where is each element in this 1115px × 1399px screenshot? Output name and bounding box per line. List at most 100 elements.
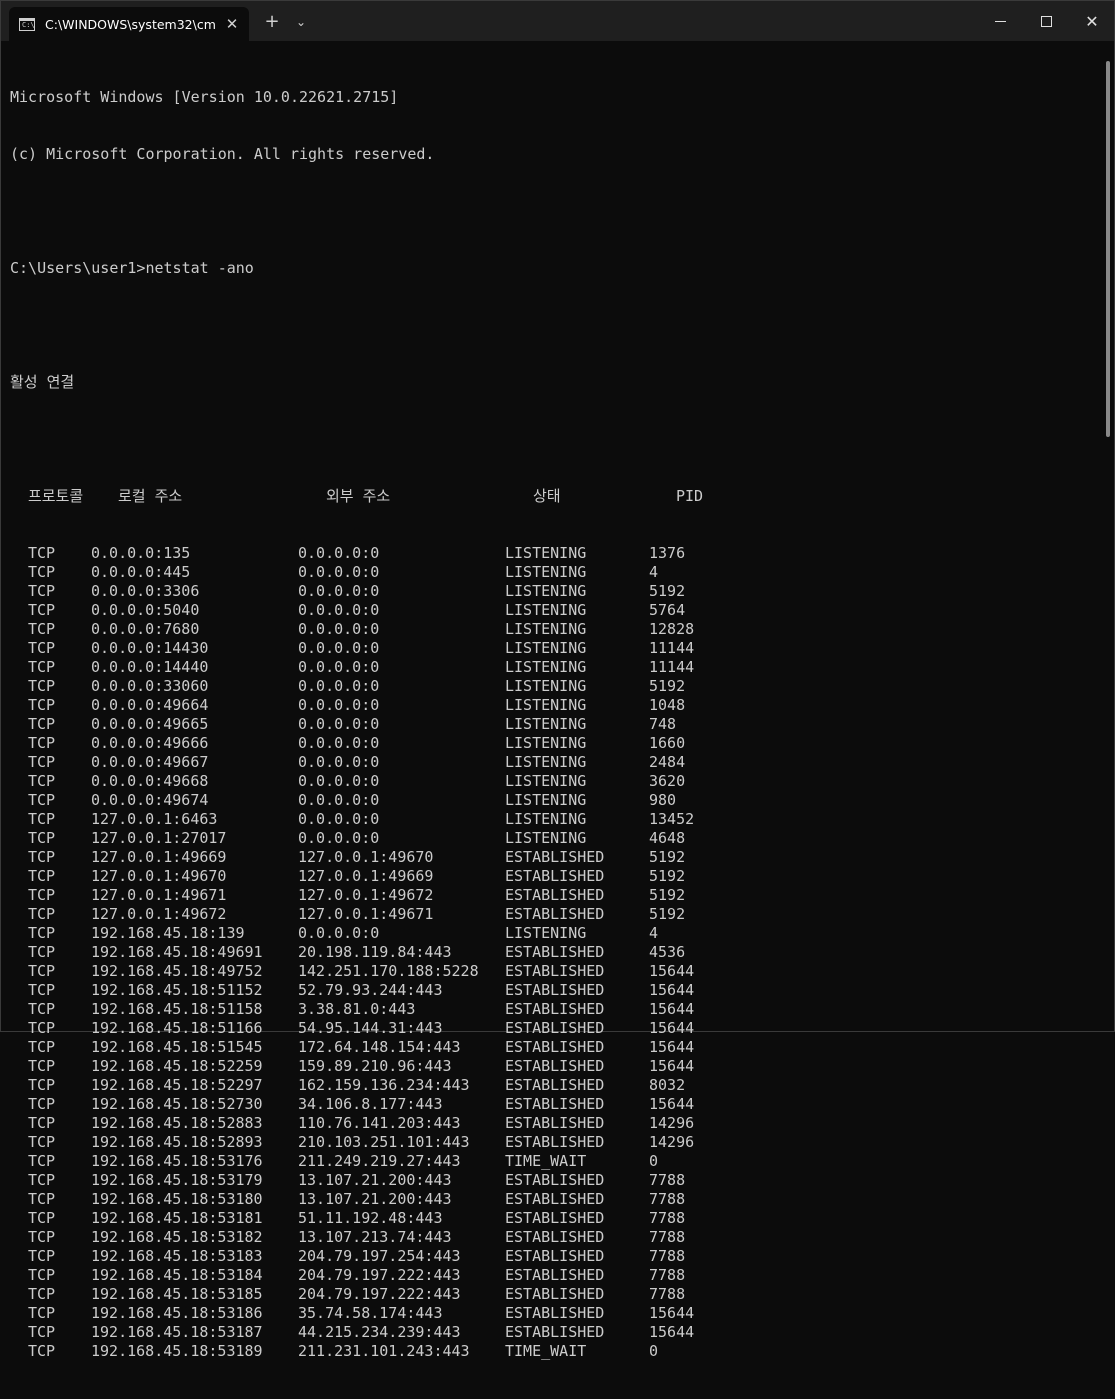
table-row: TCP 192.168.45.18:52730 34.106.8.177:443 ES… (10, 1095, 1100, 1114)
cell-pid: 5764 (649, 601, 686, 619)
cell-pid: 3620 (649, 772, 686, 790)
cell-state: LISTENING (505, 810, 587, 828)
cell-local: 192.168.45.18:53186 (91, 1304, 263, 1322)
cell-state: LISTENING (505, 829, 587, 847)
cell-local: 127.0.0.1:49669 (91, 848, 227, 866)
table-row: TCP 0.0.0.0:49664 0.0.0.0:0 LISTENING 1048 (10, 696, 1100, 715)
close-button[interactable]: ✕ (1069, 1, 1115, 41)
cell-foreign: 0.0.0.0:0 (298, 601, 380, 619)
cell-foreign: 34.106.8.177:443 (298, 1095, 443, 1113)
cell-foreign: 54.95.144.31:443 (298, 1019, 443, 1037)
cell-foreign: 172.64.148.154:443 (298, 1038, 461, 1056)
cell-pid: 4 (649, 924, 659, 942)
cell-local: 0.0.0.0:445 (91, 563, 191, 581)
cell-local: 192.168.45.18:53183 (91, 1247, 263, 1265)
table-row: TCP 0.0.0.0:33060 0.0.0.0:0 LISTENING 5192 (10, 677, 1100, 696)
table-row: TCP 192.168.45.18:53185 204.79.197.222:443… (10, 1285, 1100, 1304)
cell-proto: TCP (28, 1152, 56, 1170)
cell-proto: TCP (28, 582, 56, 600)
cell-local: 0.0.0.0:14430 (91, 639, 209, 657)
cell-proto: TCP (28, 867, 56, 885)
cell-foreign: 52.79.93.244:443 (298, 981, 443, 999)
cell-state: ESTABLISHED (505, 1114, 605, 1132)
cell-state: LISTENING (505, 791, 587, 809)
cell-state: ESTABLISHED (505, 1247, 605, 1265)
new-tab-button[interactable]: + (261, 11, 283, 33)
table-row: TCP 0.0.0.0:135 0.0.0.0:0 LISTENING 1376 (10, 544, 1100, 563)
cell-local: 192.168.45.18:53189 (91, 1342, 263, 1360)
cell-foreign: 13.107.213.74:443 (298, 1228, 452, 1246)
cell-proto: TCP (28, 1342, 56, 1360)
cell-foreign: 142.251.170.188:5228 (298, 962, 479, 980)
header-proto: 프로토콜 (28, 487, 84, 505)
cell-local: 0.0.0.0:3306 (91, 582, 200, 600)
cell-proto: TCP (28, 544, 56, 562)
cell-local: 0.0.0.0:49674 (91, 791, 209, 809)
cell-local: 192.168.45.18:51545 (91, 1038, 263, 1056)
cell-proto: TCP (28, 1285, 56, 1303)
cell-foreign: 0.0.0.0:0 (298, 924, 380, 942)
cell-proto: TCP (28, 962, 56, 980)
cell-proto: TCP (28, 905, 56, 923)
cell-pid: 7788 (649, 1228, 686, 1246)
cell-pid: 7788 (649, 1266, 686, 1284)
table-row: TCP 0.0.0.0:49674 0.0.0.0:0 LISTENING 980 (10, 791, 1100, 810)
cell-local: 127.0.0.1:49671 (91, 886, 227, 904)
chevron-down-icon[interactable]: ⌄ (291, 11, 311, 33)
cell-pid: 15644 (649, 1019, 695, 1037)
header-local: 로컬 주소 (118, 487, 183, 505)
maximize-button[interactable] (1023, 1, 1069, 41)
cell-state: LISTENING (505, 639, 587, 657)
cell-local: 0.0.0.0:14440 (91, 658, 209, 676)
cell-pid: 15644 (649, 1057, 695, 1075)
minimize-icon (994, 20, 1006, 22)
cell-local: 127.0.0.1:27017 (91, 829, 227, 847)
cell-foreign: 13.107.21.200:443 (298, 1171, 452, 1189)
cell-local: 192.168.45.18:53181 (91, 1209, 263, 1227)
title-bar: C:\ C:\WINDOWS\system32\cmd.exe ✕ + ⌄ ✕ (1, 1, 1114, 41)
cell-proto: TCP (28, 1000, 56, 1018)
cell-proto: TCP (28, 1076, 56, 1094)
cell-pid: 14296 (649, 1133, 695, 1151)
cell-proto: TCP (28, 886, 56, 904)
minimize-button[interactable] (977, 1, 1023, 41)
cell-proto: TCP (28, 1247, 56, 1265)
cell-state: LISTENING (505, 677, 587, 695)
cell-foreign: 127.0.0.1:49671 (298, 905, 434, 923)
table-row: TCP 0.0.0.0:3306 0.0.0.0:0 LISTENING 5192 (10, 582, 1100, 601)
cell-proto: TCP (28, 1133, 56, 1151)
table-row: TCP 0.0.0.0:49665 0.0.0.0:0 LISTENING 748 (10, 715, 1100, 734)
tab-cmd[interactable]: C:\ C:\WINDOWS\system32\cmd.exe ✕ (9, 7, 249, 41)
cell-pid: 5192 (649, 848, 686, 866)
table-row: TCP 192.168.45.18:53189 211.231.101.243:44… (10, 1342, 1100, 1361)
cell-pid: 5192 (649, 886, 686, 904)
cell-local: 0.0.0.0:33060 (91, 677, 209, 695)
section-title: 활성 연결 (10, 373, 75, 391)
cell-state: ESTABLISHED (505, 1323, 605, 1341)
cell-pid: 5192 (649, 867, 686, 885)
cell-proto: TCP (28, 620, 56, 638)
cell-pid: 0 (649, 1152, 659, 1170)
cell-state: ESTABLISHED (505, 1000, 605, 1018)
cell-state: ESTABLISHED (505, 867, 605, 885)
terminal-output[interactable]: Microsoft Windows [Version 10.0.22621.27… (10, 50, 1100, 1399)
table-row: TCP 0.0.0.0:5040 0.0.0.0:0 LISTENING 5764 (10, 601, 1100, 620)
cell-proto: TCP (28, 848, 56, 866)
cell-state: ESTABLISHED (505, 1095, 605, 1113)
scrollbar[interactable] (1106, 61, 1110, 437)
cell-pid: 15644 (649, 962, 695, 980)
table-row: TCP 127.0.0.1:6463 0.0.0.0:0 LISTENING 13452 (10, 810, 1100, 829)
cell-foreign: 204.79.197.222:443 (298, 1285, 461, 1303)
cell-state: ESTABLISHED (505, 1209, 605, 1227)
cell-proto: TCP (28, 1057, 56, 1075)
cell-pid: 11144 (649, 639, 695, 657)
table-row: TCP 0.0.0.0:7680 0.0.0.0:0 LISTENING 12828 (10, 620, 1100, 639)
tab-close-icon[interactable]: ✕ (223, 15, 241, 33)
cell-pid: 980 (649, 791, 677, 809)
cell-local: 127.0.0.1:49672 (91, 905, 227, 923)
cell-pid: 7788 (649, 1171, 686, 1189)
cell-state: ESTABLISHED (505, 1133, 605, 1151)
tab-title: C:\WINDOWS\system32\cmd.exe (45, 16, 215, 32)
